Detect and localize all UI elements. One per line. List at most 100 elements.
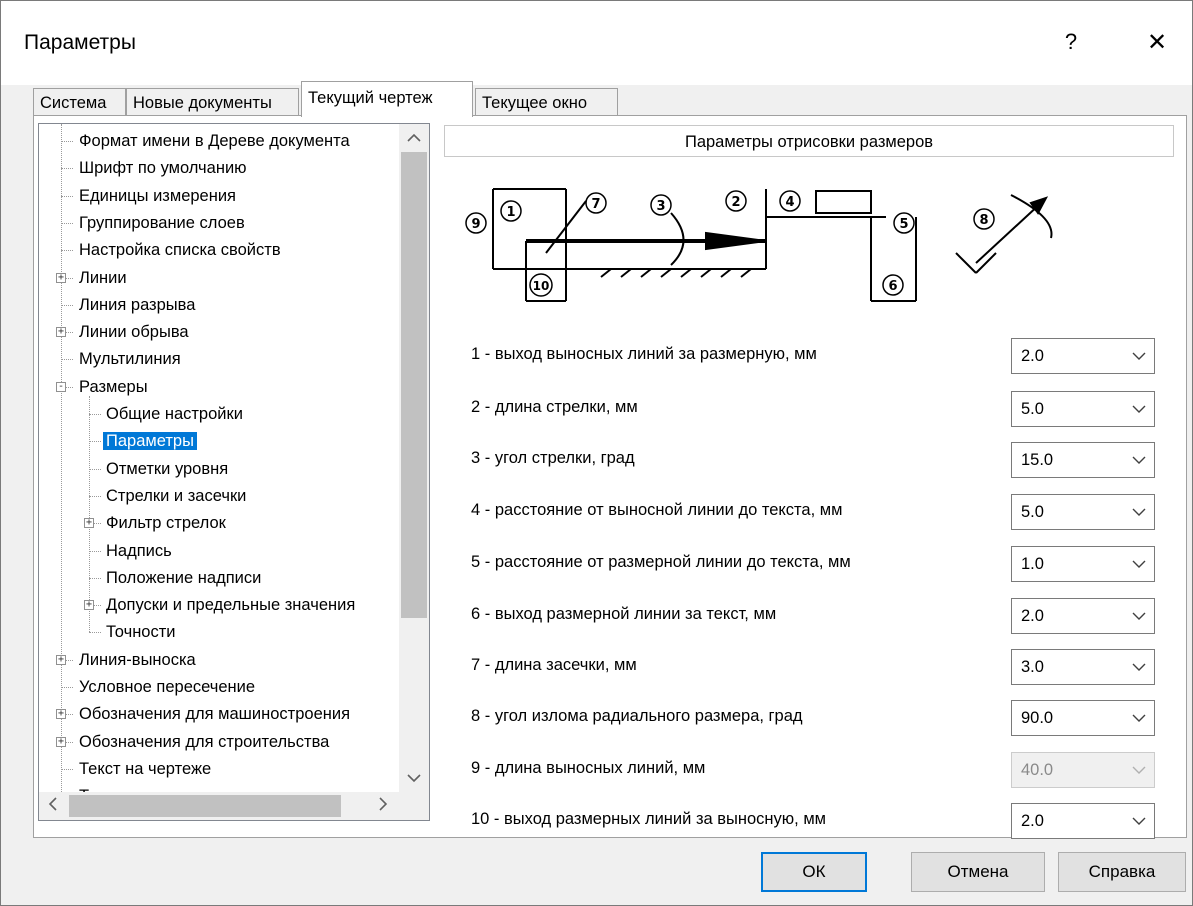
title-bar: Параметры ? ✕ bbox=[1, 1, 1192, 85]
cancel-button[interactable]: Отмена bbox=[911, 852, 1045, 892]
tree-item[interactable]: Размеры bbox=[76, 374, 151, 400]
tree-item[interactable]: Условное пересечение bbox=[76, 674, 258, 700]
tree-item[interactable]: Мультилиния bbox=[76, 346, 184, 372]
chevron-down-icon bbox=[1132, 508, 1146, 516]
panel-header: Параметры отрисовки размеров bbox=[444, 125, 1174, 157]
collapse-icon[interactable]: - bbox=[56, 381, 66, 392]
tree-item[interactable]: Настройка списка свойств bbox=[76, 237, 284, 263]
scroll-thumb[interactable] bbox=[401, 152, 427, 618]
param-label: 9 - длина выносных линий, мм bbox=[471, 759, 706, 777]
svg-text:5: 5 bbox=[899, 217, 908, 232]
tree-item-label: Линии обрыва bbox=[79, 323, 189, 342]
scroll-left-icon[interactable] bbox=[39, 792, 67, 820]
tree-item[interactable]: Текст на чертеже bbox=[76, 756, 214, 782]
chevron-down-icon bbox=[1132, 714, 1146, 722]
param-value-combobox[interactable]: 15.0 bbox=[1011, 442, 1155, 478]
tree-item[interactable]: Фильтр стрелок bbox=[103, 510, 229, 536]
svg-text:6: 6 bbox=[888, 279, 897, 294]
scroll-up-icon[interactable] bbox=[399, 124, 429, 152]
options-dialog: Параметры ? ✕ Система Новые документы Те… bbox=[0, 0, 1193, 906]
tree-item[interactable]: Линия разрыва bbox=[76, 292, 198, 318]
tab-current-window[interactable]: Текущее окно bbox=[475, 88, 618, 116]
param-value-combobox[interactable]: 5.0 bbox=[1011, 391, 1155, 427]
tree-item[interactable]: Точности bbox=[103, 619, 179, 645]
tree-guide-line bbox=[61, 304, 73, 306]
tab-current-drawing[interactable]: Текущий чертеж bbox=[301, 81, 473, 117]
scroll-thumb-horizontal[interactable] bbox=[69, 795, 341, 817]
tree-item-label: Линии bbox=[79, 268, 127, 287]
tree-guide-line bbox=[61, 141, 73, 142]
tab-system[interactable]: Система bbox=[33, 88, 126, 116]
ok-button[interactable]: ОК bbox=[761, 852, 867, 892]
param-value-combobox[interactable]: 2.0 bbox=[1011, 598, 1155, 634]
help-icon: ? bbox=[1064, 29, 1078, 54]
param-label: 6 - выход размерной линии за текст, мм bbox=[471, 605, 777, 623]
tree-item-label: Допуски и предельные значения bbox=[106, 596, 356, 615]
tree-guide-line bbox=[61, 768, 73, 770]
expand-icon[interactable]: + bbox=[56, 327, 66, 338]
chevron-down-icon bbox=[1132, 817, 1146, 825]
expand-icon[interactable]: + bbox=[56, 709, 66, 720]
svg-text:4: 4 bbox=[785, 195, 794, 210]
param-label: 10 - выход размерных линий за выносную, … bbox=[471, 810, 827, 828]
expand-icon[interactable]: + bbox=[56, 272, 66, 283]
chevron-down-icon bbox=[1132, 352, 1146, 360]
tree-item[interactable]: Группирование слоев bbox=[76, 210, 248, 236]
tree-items: Формат имени в Дереве документа Шрифт по … bbox=[39, 124, 399, 792]
param-value-combobox[interactable]: 5.0 bbox=[1011, 494, 1155, 530]
tree-item[interactable]: Стрелки и засечки bbox=[103, 483, 249, 509]
tree-item-label: Параметры bbox=[103, 432, 197, 451]
tree-item-label: Формат имени в Дереве документа bbox=[79, 132, 350, 150]
tree-item-label: Стрелки и засечки bbox=[106, 486, 247, 505]
tree-item[interactable]: Линии bbox=[76, 265, 130, 291]
tree-item[interactable]: Надпись bbox=[103, 538, 175, 564]
chevron-down-icon bbox=[1132, 560, 1146, 568]
combobox-value: 2.0 bbox=[1021, 347, 1044, 365]
expand-icon[interactable]: + bbox=[84, 600, 94, 611]
svg-text:3: 3 bbox=[656, 199, 665, 214]
param-label: 1 - выход выносных линий за размерную, м… bbox=[471, 345, 817, 363]
combobox-value: 1.0 bbox=[1021, 555, 1044, 573]
expand-icon[interactable]: + bbox=[84, 518, 94, 529]
tree-vertical-scrollbar[interactable] bbox=[399, 124, 429, 792]
tree-item[interactable]: Линии обрыва bbox=[76, 319, 192, 345]
param-value-combobox[interactable]: 3.0 bbox=[1011, 649, 1155, 685]
tree-guide-line bbox=[61, 359, 73, 361]
expand-icon[interactable]: + bbox=[56, 736, 66, 747]
param-value-combobox[interactable]: 90.0 bbox=[1011, 700, 1155, 736]
tree-item[interactable]: Линия-выноска bbox=[76, 647, 199, 673]
param-label: 4 - расстояние от выносной линии до текс… bbox=[471, 501, 843, 519]
help-button[interactable]: Справка bbox=[1058, 852, 1186, 892]
tree-item[interactable]: Шрифт по умолчанию bbox=[76, 155, 250, 181]
scroll-right-icon[interactable] bbox=[369, 792, 397, 820]
tree-item-label: Текст на чертеже bbox=[79, 759, 212, 778]
svg-text:10: 10 bbox=[533, 279, 550, 293]
tree-item-label: Размеры bbox=[79, 377, 148, 396]
close-button[interactable]: ✕ bbox=[1127, 17, 1187, 67]
tree-item-label: Группирование слоев bbox=[79, 213, 245, 232]
svg-text:8: 8 bbox=[979, 213, 988, 228]
tree-item[interactable]: Обозначения для машиностроения bbox=[76, 701, 353, 727]
tree-item[interactable]: Общие настройки bbox=[103, 401, 246, 427]
tree-item[interactable]: Положение надписи bbox=[103, 565, 264, 591]
combobox-value: 2.0 bbox=[1021, 607, 1044, 625]
combobox-value: 40.0 bbox=[1021, 761, 1054, 779]
tree-item[interactable]: Т bbox=[76, 783, 92, 792]
expand-icon[interactable]: + bbox=[56, 654, 66, 665]
tree-item[interactable]: Параметры bbox=[103, 428, 197, 454]
chevron-down-icon bbox=[1132, 456, 1146, 464]
settings-tree[interactable]: Формат имени в Дереве документа Шрифт по … bbox=[38, 123, 430, 821]
param-value-combobox[interactable]: 2.0 bbox=[1011, 803, 1155, 839]
param-value-combobox[interactable]: 2.0 bbox=[1011, 338, 1155, 374]
tree-item[interactable]: Единицы измерения bbox=[76, 183, 239, 209]
tree-item[interactable]: Отметки уровня bbox=[103, 456, 231, 482]
tree-item[interactable]: Допуски и предельные значения bbox=[103, 592, 358, 618]
tree-item[interactable]: Формат имени в Дереве документа bbox=[76, 128, 353, 154]
param-value-combobox[interactable]: 1.0 bbox=[1011, 546, 1155, 582]
tree-horizontal-scrollbar[interactable] bbox=[39, 792, 399, 820]
tab-new-documents[interactable]: Новые документы bbox=[126, 88, 299, 116]
help-title-button[interactable]: ? bbox=[1041, 17, 1101, 67]
scroll-down-icon[interactable] bbox=[399, 764, 429, 792]
tree-item[interactable]: Обозначения для строительства bbox=[76, 729, 332, 755]
tree-item-label: Условное пересечение bbox=[79, 678, 256, 696]
